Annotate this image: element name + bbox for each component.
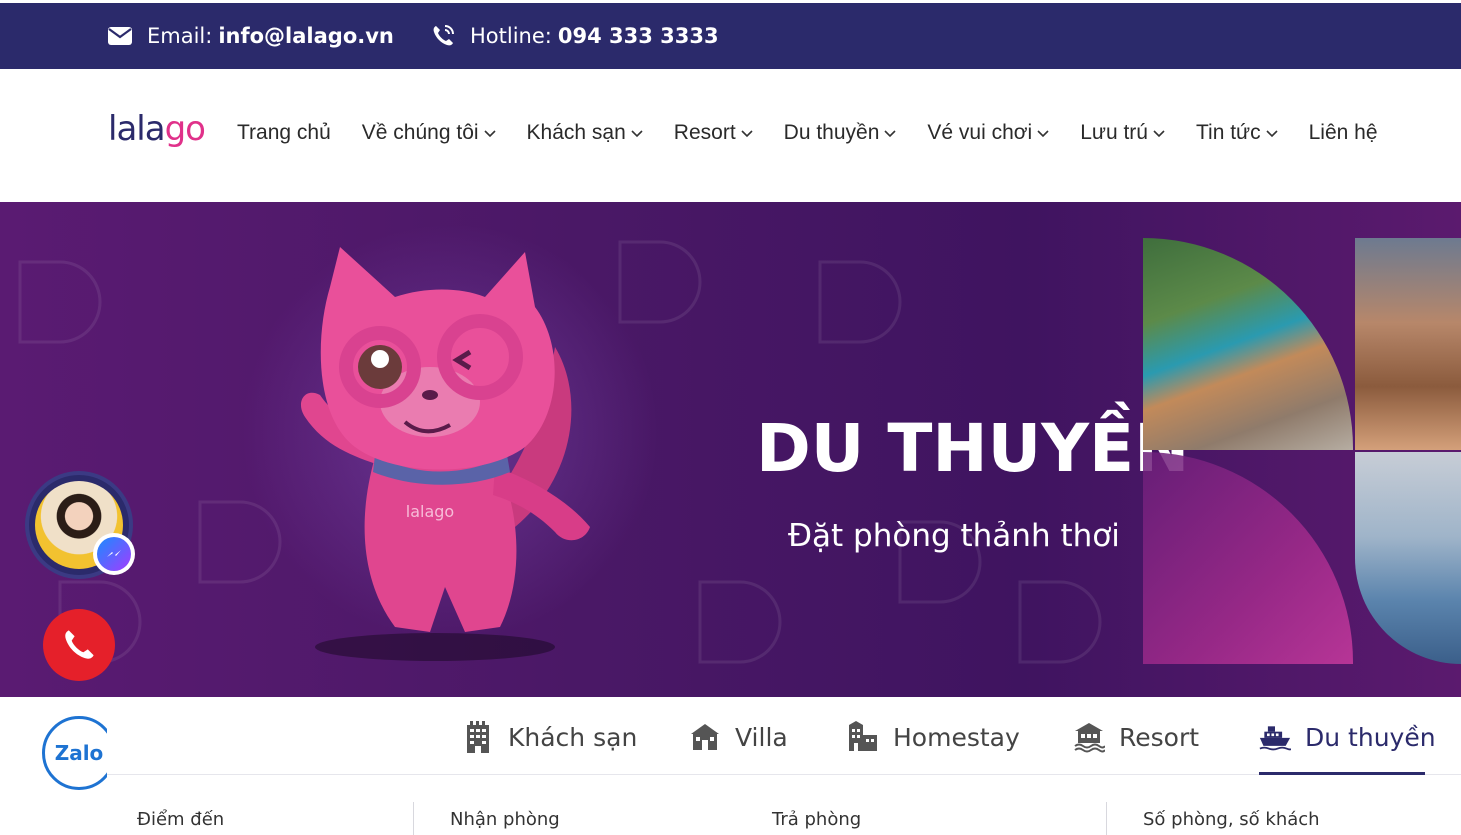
main-header: lalago Trang chủ Về chúng tôi Khách sạn … <box>0 69 1461 202</box>
main-nav: Trang chủ Về chúng tôi Khách sạn Resort … <box>237 121 1378 145</box>
tab-hotel[interactable]: Khách sạn <box>462 717 637 757</box>
nav-item-hotels[interactable]: Khách sạn <box>527 121 643 145</box>
checkin-label: Nhận phòng <box>450 809 560 830</box>
resort-icon <box>1073 721 1105 753</box>
zalo-button[interactable]: Zalo <box>42 716 116 790</box>
logo-text-part2: go <box>164 109 206 149</box>
nav-item-home[interactable]: Trang chủ <box>237 121 331 145</box>
destination-label: Điểm đến <box>137 809 225 830</box>
top-contact-bar: Email: info@lalago.vn Hotline: 094 333 3… <box>0 3 1461 69</box>
nav-label: Vé vui chơi <box>927 121 1033 144</box>
mascot-shirt-text: lalago <box>406 502 454 521</box>
hotline-label: Hotline: <box>470 24 552 48</box>
hero-banner: lalago DU THUYỀN Đặt phòng thảnh thơi <box>0 202 1461 697</box>
lalago-logo[interactable]: lalago <box>108 109 206 149</box>
call-button[interactable] <box>43 609 115 681</box>
rooms-guests-field[interactable]: Số phòng, số khách <box>1143 809 1320 830</box>
chevron-down-icon <box>741 130 753 138</box>
nav-item-stay[interactable]: Lưu trú <box>1080 121 1165 145</box>
homestay-icon <box>847 721 879 753</box>
hotline-value[interactable]: 094 333 3333 <box>558 24 719 48</box>
checkout-field[interactable]: Trả phòng <box>772 809 861 830</box>
checkin-field[interactable]: Nhận phòng <box>450 809 560 830</box>
nav-item-tickets[interactable]: Vé vui chơi <box>927 121 1049 145</box>
chevron-down-icon <box>483 130 496 138</box>
nav-item-contact[interactable]: Liên hệ <box>1309 121 1378 145</box>
phone-ring-icon <box>430 23 456 49</box>
nav-item-news[interactable]: Tin tức <box>1196 121 1278 145</box>
tab-villa[interactable]: Villa <box>689 717 788 757</box>
chevron-down-icon <box>884 130 896 138</box>
cruise-ship-icon <box>1259 721 1291 753</box>
nav-label: Trang chủ <box>237 121 331 144</box>
villa-photo <box>1355 238 1461 450</box>
tab-label: Villa <box>735 722 788 752</box>
messenger-button[interactable] <box>93 533 135 575</box>
zalo-label: Zalo <box>54 741 104 765</box>
tab-label: Resort <box>1119 722 1200 752</box>
nav-item-cruise[interactable]: Du thuyền <box>784 121 897 145</box>
active-tab-indicator <box>1259 772 1425 775</box>
nav-label: Lưu trú <box>1080 121 1148 144</box>
chevron-down-icon <box>1153 130 1165 138</box>
nav-label: Khách sạn <box>526 121 626 144</box>
logo-text-part1: lala <box>108 109 166 149</box>
tab-resort[interactable]: Resort <box>1073 717 1199 757</box>
nav-label: Resort <box>673 121 736 144</box>
building-icon <box>462 721 494 753</box>
field-divider <box>1106 802 1107 835</box>
nav-item-resort[interactable]: Resort <box>674 121 753 145</box>
nav-label: Tin tức <box>1195 121 1261 144</box>
tab-cruise[interactable]: Du thuyền <box>1259 717 1436 757</box>
destination-field[interactable]: Điểm đến <box>137 809 224 830</box>
email-label: Email: <box>147 24 213 48</box>
hero-subtitle: Đặt phòng thảnh thơi <box>788 518 1120 554</box>
field-divider <box>413 802 414 835</box>
checkout-label: Trả phòng <box>772 809 862 830</box>
nav-label: Về chúng tôi <box>361 121 479 144</box>
nav-item-about[interactable]: Về chúng tôi <box>362 121 496 145</box>
nav-label: Du thuyền <box>783 121 880 144</box>
rooms-guests-label: Số phòng, số khách <box>1143 809 1320 830</box>
tab-homestay[interactable]: Homestay <box>847 717 1020 757</box>
email-value[interactable]: info@lalago.vn <box>218 24 394 48</box>
tab-label: Homestay <box>893 722 1020 752</box>
messenger-icon <box>97 537 131 571</box>
villa-icon <box>689 721 721 753</box>
hero-title: DU THUYỀN <box>756 410 1190 487</box>
tab-label: Khách sạn <box>508 722 638 752</box>
tab-label: Du thuyền <box>1305 722 1436 752</box>
phone-icon <box>65 630 94 659</box>
booking-search-panel: Khách sạn Villa Homestay Resort Du thuyề… <box>107 697 1461 835</box>
chevron-down-icon <box>1037 130 1049 138</box>
envelope-icon <box>107 23 133 49</box>
email-contact[interactable]: Email: info@lalago.vn <box>107 3 394 69</box>
chevron-down-icon <box>1266 130 1278 138</box>
hotline-contact[interactable]: Hotline: 094 333 3333 <box>430 3 719 69</box>
booking-type-tabs: Khách sạn Villa Homestay Resort Du thuyề… <box>107 697 1461 775</box>
mascot-illustration: lalago <box>300 247 590 661</box>
nav-label: Liên hệ <box>1308 121 1378 144</box>
chevron-down-icon <box>631 130 643 138</box>
